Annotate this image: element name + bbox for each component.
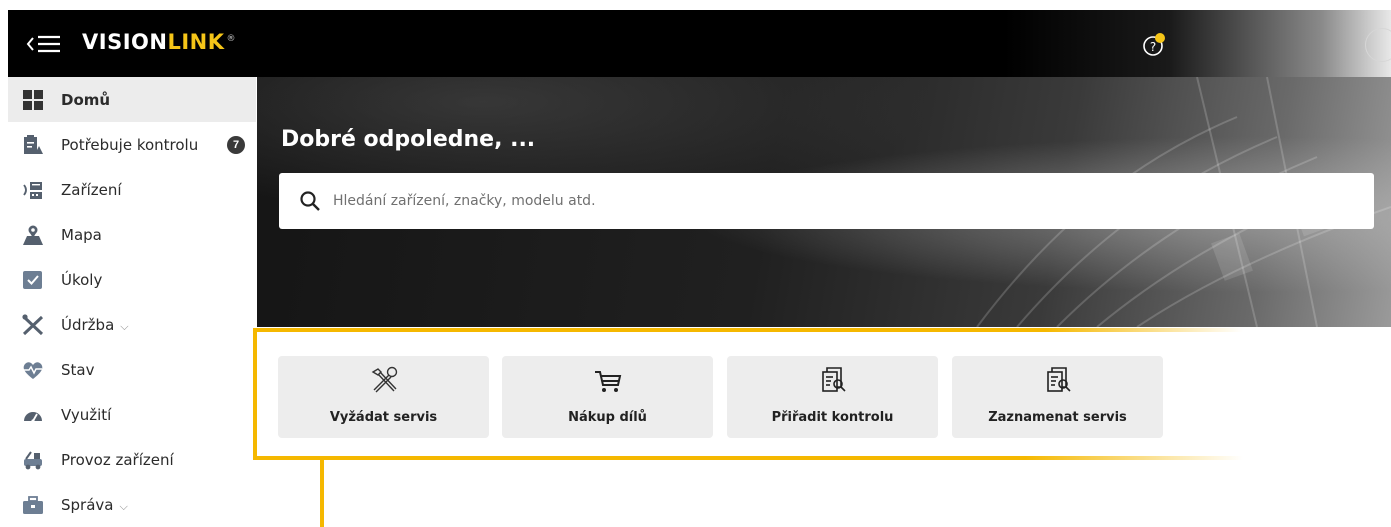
help-icon: ? bbox=[1143, 33, 1165, 56]
sidebar-item-administration[interactable]: Správa ⌵ bbox=[8, 482, 256, 527]
sidebar-item-home[interactable]: Domů bbox=[8, 77, 256, 122]
dashboard-grid-icon bbox=[22, 89, 44, 111]
cart-icon bbox=[595, 371, 622, 392]
search-bar[interactable] bbox=[279, 173, 1374, 229]
operation-icon bbox=[22, 449, 44, 471]
sidebar-item-utilization[interactable]: Využití bbox=[8, 392, 256, 437]
tasks-icon bbox=[22, 269, 44, 291]
sidebar-item-label: Stav bbox=[61, 360, 95, 379]
sidebar-item-text: Údržba bbox=[61, 315, 115, 334]
sidebar-item-text: Správa bbox=[61, 495, 114, 514]
health-heart-icon bbox=[22, 359, 44, 381]
sidebar-item-label: Správa ⌵ bbox=[61, 496, 128, 514]
action-label: Nákup dílů bbox=[568, 410, 647, 425]
help-button[interactable]: ? bbox=[1141, 32, 1167, 58]
inspection-count-badge: 7 bbox=[227, 135, 245, 154]
briefcase-icon bbox=[22, 494, 44, 516]
document-search-icon bbox=[822, 367, 846, 392]
sidebar-item-label: Potřebuje kontrolu bbox=[61, 135, 199, 154]
sidebar: Domů Potřebuje kontrolu 7 Zařízení Mapa … bbox=[8, 77, 256, 527]
visionlink-logo: VISIONLINK ® bbox=[82, 30, 236, 54]
sidebar-item-tasks[interactable]: Úkoly bbox=[8, 257, 256, 302]
search-icon bbox=[300, 191, 320, 211]
sidebar-item-health[interactable]: Stav bbox=[8, 347, 256, 392]
sidebar-item-needs-inspection[interactable]: Potřebuje kontrolu 7 bbox=[8, 122, 256, 167]
sidebar-item-label: Provoz zařízení bbox=[61, 450, 174, 469]
inspection-clipboard-icon bbox=[22, 134, 44, 156]
logo-text-vision: VISION bbox=[82, 30, 168, 54]
sidebar-item-devices[interactable]: Zařízení bbox=[8, 167, 256, 212]
action-label: Přiřadit kontrolu bbox=[771, 410, 894, 425]
sidebar-item-device-operation[interactable]: Provoz zařízení bbox=[8, 437, 256, 482]
menu-toggle-button[interactable] bbox=[26, 30, 66, 58]
sidebar-item-map[interactable]: Mapa bbox=[8, 212, 256, 257]
sidebar-item-label: Domů bbox=[61, 90, 111, 109]
action-label: Zaznamenat servis bbox=[988, 410, 1127, 425]
chevron-down-icon: ⌵ bbox=[119, 499, 128, 513]
action-label: Vyžádat servis bbox=[329, 410, 438, 425]
document-search-icon bbox=[1047, 367, 1071, 392]
sidebar-item-label: Úkoly bbox=[61, 270, 103, 289]
request-service-button[interactable]: Vyžádat servis bbox=[278, 356, 489, 438]
sidebar-item-label: Zařízení bbox=[61, 180, 122, 199]
highlight-frame-top bbox=[253, 328, 1243, 332]
sidebar-item-label: Mapa bbox=[61, 225, 102, 244]
search-input[interactable] bbox=[333, 173, 1353, 229]
user-avatar[interactable] bbox=[1365, 28, 1391, 62]
gauge-icon bbox=[22, 404, 44, 426]
sidebar-item-label: Údržba ⌵ bbox=[61, 316, 129, 334]
hero-banner: Dobré odpoledne, ... bbox=[257, 77, 1391, 327]
svg-text:?: ? bbox=[1150, 40, 1156, 54]
highlight-frame-left bbox=[253, 328, 257, 460]
wrench-screwdriver-icon bbox=[22, 313, 44, 336]
chevron-down-icon: ⌵ bbox=[120, 319, 129, 333]
machine-icon bbox=[22, 179, 44, 201]
logo-text-link: LINK bbox=[167, 30, 225, 54]
map-icon bbox=[22, 224, 44, 246]
record-service-button[interactable]: Zaznamenat servis bbox=[952, 356, 1163, 438]
logo-registered-mark: ® bbox=[226, 34, 236, 44]
highlight-frame-bottom bbox=[253, 456, 1243, 460]
top-bar: VISIONLINK ® ? bbox=[8, 10, 1391, 77]
assign-inspection-button[interactable]: Přiřadit kontrolu bbox=[727, 356, 938, 438]
sidebar-item-label: Využití bbox=[61, 405, 112, 424]
greeting-title: Dobré odpoledne, ... bbox=[281, 127, 536, 152]
tools-icon bbox=[371, 366, 398, 393]
buy-parts-button[interactable]: Nákup dílů bbox=[502, 356, 713, 438]
menu-collapse-icon bbox=[26, 35, 60, 53]
highlight-pointer-line bbox=[320, 456, 324, 527]
sidebar-item-maintenance[interactable]: Údržba ⌵ bbox=[8, 302, 256, 347]
